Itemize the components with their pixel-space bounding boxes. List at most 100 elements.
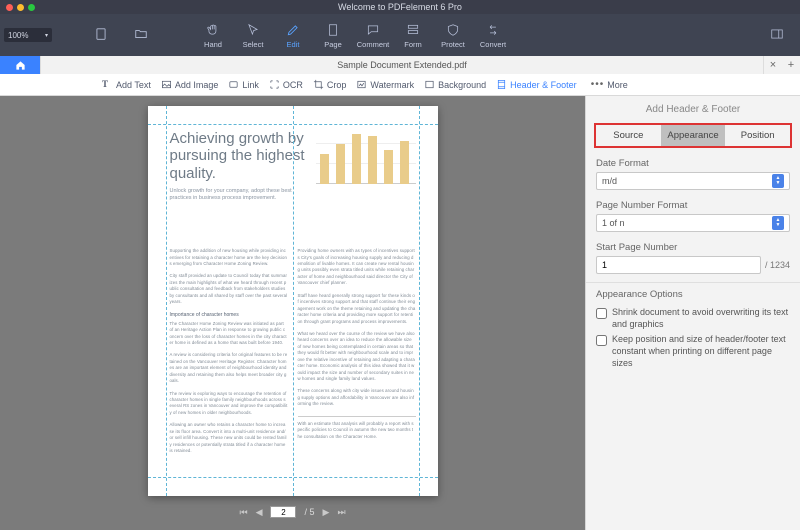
page-preview: Achieving growth by pursuing the highest… (148, 106, 438, 496)
ribbon-comment[interactable]: Comment (354, 17, 392, 53)
ribbon-label: Form (404, 40, 422, 49)
zoom-value: 100% (8, 31, 28, 40)
stepper-icon: ▲▼ (772, 174, 784, 188)
zoom-select[interactable]: 100% ▾ (4, 28, 52, 42)
crop-button[interactable]: Crop (313, 79, 347, 90)
page-total-num: 5 (310, 507, 315, 517)
toolbar-label: Watermark (370, 80, 414, 90)
link-button[interactable]: Link (228, 79, 259, 90)
shrink-checkbox[interactable] (596, 308, 607, 319)
toolbar-label: Header & Footer (510, 80, 577, 90)
tab-appearance[interactable]: Appearance (661, 125, 726, 146)
keep-position-label: Keep position and size of header/footer … (612, 334, 790, 369)
prev-page-button[interactable]: ◀ (256, 507, 263, 518)
background-button[interactable]: Background (424, 79, 486, 90)
ocr-button[interactable]: OCR (269, 79, 303, 90)
ribbon-form[interactable]: Form (394, 17, 432, 53)
appearance-options-label: Appearance Options (596, 289, 790, 300)
ribbon-label: Protect (441, 40, 465, 49)
last-page-button[interactable]: ⏭ (337, 507, 345, 518)
close-window-button[interactable] (6, 4, 13, 11)
shrink-label: Shrink document to avoid overwriting its… (612, 307, 790, 330)
form-icon (405, 22, 421, 38)
header-footer-panel: Add Header & Footer Source Appearance Po… (585, 96, 800, 530)
image-icon (161, 79, 172, 90)
ribbon-label: Edit (287, 40, 300, 49)
toolbar-label: OCR (283, 80, 303, 90)
page-navigator: ⏮ ◀ / 5 ▶ ⏭ (239, 506, 345, 528)
panel-title: Add Header & Footer (586, 96, 800, 123)
fullscreen-window-button[interactable] (28, 4, 35, 11)
tab-source[interactable]: Source (596, 125, 661, 146)
page-icon (325, 22, 341, 38)
document-tab-label: Sample Document Extended.pdf (337, 60, 467, 70)
add-text-button[interactable]: T Add Text (102, 79, 151, 90)
layout-icon (769, 26, 785, 42)
date-format-select[interactable]: m/d ▲▼ (596, 172, 790, 190)
ribbon-select[interactable]: Select (234, 17, 272, 53)
close-tab-button[interactable]: × (764, 56, 782, 74)
ribbon-open[interactable] (122, 17, 160, 53)
toolbar-label: Crop (327, 80, 347, 90)
header-footer-button[interactable]: Header & Footer (496, 79, 577, 90)
page-number-format-select[interactable]: 1 of n ▲▼ (596, 214, 790, 232)
toolbar-label: Add Text (116, 80, 151, 90)
home-tab[interactable] (0, 56, 40, 74)
toolbar-label: More (607, 80, 628, 90)
more-button[interactable]: ••• More (587, 79, 628, 90)
add-image-button[interactable]: Add Image (161, 79, 219, 90)
crop-icon (313, 79, 324, 90)
panel-tabs: Source Appearance Position (594, 123, 792, 148)
page-total: / 5 (304, 507, 314, 517)
doc-chart (316, 136, 416, 196)
keep-position-checkbox[interactable] (596, 335, 607, 346)
cursor-icon (245, 22, 261, 38)
document-tab[interactable]: Sample Document Extended.pdf (40, 56, 764, 74)
window-controls (6, 4, 35, 11)
home-icon (15, 60, 26, 71)
ribbon-file[interactable] (82, 17, 120, 53)
edit-toolbar: T Add Text Add Image Link OCR Crop Water… (0, 74, 800, 96)
comment-icon (365, 22, 381, 38)
window-title: Welcome to PDFelement 6 Pro (338, 2, 462, 12)
page-number-format-label: Page Number Format (596, 200, 790, 211)
ribbon-page[interactable]: Page (314, 17, 352, 53)
ribbon-label: Comment (357, 40, 390, 49)
first-page-button[interactable]: ⏮ (239, 507, 247, 518)
main-ribbon: 100% ▾ Hand Select Edit Page Comment For… (0, 14, 800, 56)
hand-icon (205, 22, 221, 38)
next-page-button[interactable]: ▶ (323, 507, 330, 518)
document-canvas[interactable]: Achieving growth by pursuing the highest… (0, 96, 585, 530)
date-format-value: m/d (602, 176, 617, 186)
start-page-label: Start Page Number (596, 242, 790, 253)
doc-subhead: Unlock growth for your company, adopt th… (170, 188, 300, 203)
ribbon-convert[interactable]: Convert (474, 17, 512, 53)
chevron-down-icon: ▾ (45, 32, 48, 39)
file-icon (93, 26, 109, 42)
minimize-window-button[interactable] (17, 4, 24, 11)
add-tab-button[interactable]: + (782, 56, 800, 74)
document-tabbar: Sample Document Extended.pdf × + (0, 56, 800, 74)
page-number-input[interactable] (270, 506, 296, 518)
ribbon-protect[interactable]: Protect (434, 17, 472, 53)
toolbar-label: Link (242, 80, 259, 90)
convert-icon (485, 22, 501, 38)
start-page-input[interactable] (596, 256, 761, 274)
ribbon-edit[interactable]: Edit (274, 17, 312, 53)
toolbar-label: Add Image (175, 80, 219, 90)
text-icon: T (102, 79, 113, 90)
ribbon-label: Page (324, 40, 342, 49)
date-format-label: Date Format (596, 158, 790, 169)
link-icon (228, 79, 239, 90)
ribbon-label: Select (243, 40, 264, 49)
tab-position[interactable]: Position (725, 125, 790, 146)
doc-headline: Achieving growth by pursuing the highest… (170, 130, 320, 182)
watermark-icon (356, 79, 367, 90)
title-bar: Welcome to PDFelement 6 Pro (0, 0, 800, 14)
ribbon-layout[interactable] (758, 17, 796, 53)
stepper-icon: ▲▼ (772, 216, 784, 230)
watermark-button[interactable]: Watermark (356, 79, 414, 90)
toolbar-label: Background (438, 80, 486, 90)
page-number-format-value: 1 of n (602, 218, 625, 228)
ribbon-hand[interactable]: Hand (194, 17, 232, 53)
